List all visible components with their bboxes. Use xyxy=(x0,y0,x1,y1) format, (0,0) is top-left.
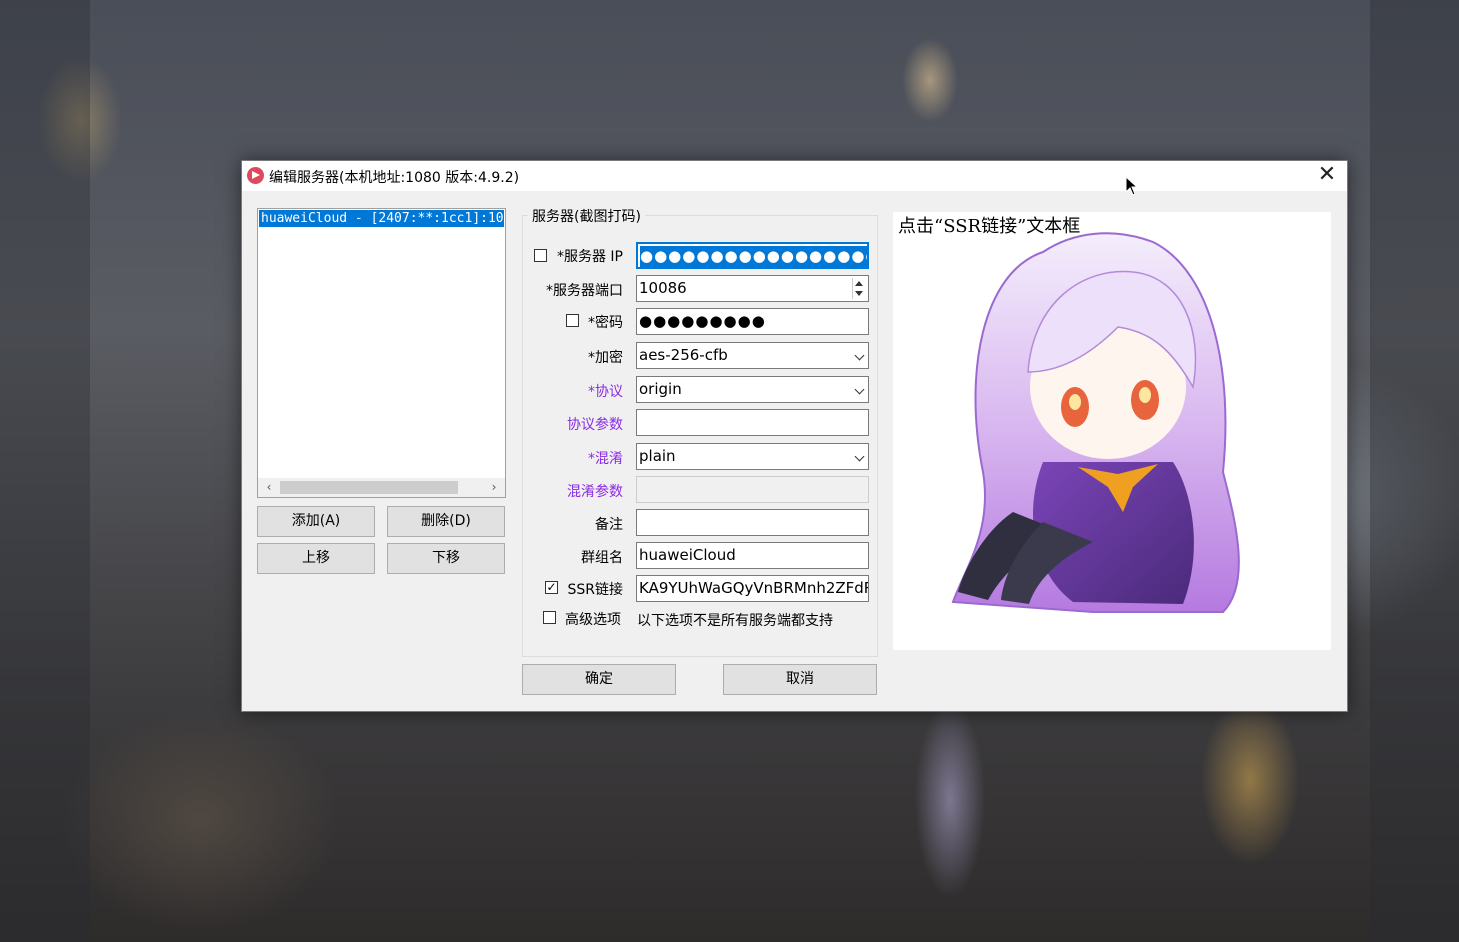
window-title: 编辑服务器(本机地址:1080 版本:4.9.2) xyxy=(269,170,520,186)
server-ip-label: *服务器 IP xyxy=(556,249,623,265)
obfs-param-label: 混淆参数 xyxy=(567,484,623,500)
port-spinner[interactable] xyxy=(852,278,866,299)
server-list-item[interactable]: huaweiCloud - [2407:**:1cc1]:10086 xyxy=(259,210,504,227)
add-button[interactable]: 添加(A) xyxy=(257,506,375,537)
ssr-link-checkbox[interactable]: ✓ xyxy=(545,581,558,594)
protocol-select[interactable]: origin xyxy=(636,376,869,403)
server-port-label: *服务器端口 xyxy=(546,283,623,299)
background-building xyxy=(0,0,90,942)
server-port-input[interactable]: 10086 xyxy=(636,275,869,302)
obfs-label: *混淆 xyxy=(588,451,623,467)
ssr-link-input[interactable]: KA9YUhWaGQyVnBRMnh2ZFdR xyxy=(636,575,869,602)
mouse-cursor-icon xyxy=(1125,176,1139,196)
close-button[interactable]: ✕ xyxy=(1307,161,1347,191)
protocol-param-input[interactable] xyxy=(636,409,869,436)
password-input[interactable]: ●●●●●●●●● xyxy=(636,308,869,335)
server-port-value: 10086 xyxy=(639,279,687,297)
move-up-button[interactable]: 上移 xyxy=(257,543,375,574)
obfs-select[interactable]: plain xyxy=(636,443,869,470)
server-list[interactable]: huaweiCloud - [2407:**:1cc1]:10086 ‹ › xyxy=(257,208,506,498)
scroll-left-icon[interactable]: ‹ xyxy=(260,478,278,497)
spin-down-icon[interactable] xyxy=(855,291,863,296)
server-groupbox-title: 服务器(截图打码) xyxy=(528,206,645,226)
show-ip-checkbox[interactable] xyxy=(534,249,547,262)
chevron-down-icon xyxy=(854,384,865,395)
group-name-value: huaweiCloud xyxy=(639,546,736,564)
qr-preview-panel[interactable]: 点击“SSR链接”文本框 xyxy=(893,212,1331,650)
ssr-link-label: SSR链接 xyxy=(567,582,623,598)
remarks-input[interactable] xyxy=(636,509,869,536)
password-value: ●●●●●●●●● xyxy=(639,312,766,330)
protocol-param-label: 协议参数 xyxy=(567,417,623,433)
group-name-input[interactable]: huaweiCloud xyxy=(636,542,869,569)
chevron-down-icon xyxy=(854,350,865,361)
delete-button[interactable]: 删除(D) xyxy=(387,506,505,537)
group-name-label: 群组名 xyxy=(581,550,623,566)
ssr-link-value: KA9YUhWaGQyVnBRMnh2ZFdR xyxy=(639,579,869,597)
obfs-value: plain xyxy=(639,447,676,465)
background-building xyxy=(1370,0,1459,942)
remarks-label: 备注 xyxy=(595,517,623,533)
encrypt-value: aes-256-cfb xyxy=(639,346,728,364)
anime-girl-image xyxy=(951,232,1240,613)
ssr-app-icon xyxy=(247,167,264,184)
advanced-options-checkbox[interactable] xyxy=(543,611,556,624)
move-down-button[interactable]: 下移 xyxy=(387,543,505,574)
protocol-label: *协议 xyxy=(588,384,623,400)
show-password-checkbox[interactable] xyxy=(566,314,579,327)
protocol-value: origin xyxy=(639,380,682,398)
spin-up-icon[interactable] xyxy=(855,281,863,286)
chevron-down-icon xyxy=(854,451,865,462)
advanced-options-label: 高级选项 xyxy=(565,612,621,628)
advanced-options-note: 以下选项不是所有服务端都支持 xyxy=(637,613,833,629)
title-bar[interactable]: 编辑服务器(本机地址:1080 版本:4.9.2) ✕ xyxy=(242,161,1347,191)
scrollbar-thumb[interactable] xyxy=(280,481,458,494)
edit-server-dialog: 编辑服务器(本机地址:1080 版本:4.9.2) ✕ huaweiCloud … xyxy=(241,160,1348,712)
password-label: *密码 xyxy=(588,315,623,331)
obfs-param-input xyxy=(636,476,869,503)
cancel-button[interactable]: 取消 xyxy=(723,664,877,695)
ok-button[interactable]: 确定 xyxy=(522,664,676,695)
encrypt-select[interactable]: aes-256-cfb xyxy=(636,342,869,369)
server-ip-input[interactable]: ●●●●●●●●●●●●●●●●●●●●●●● xyxy=(636,242,869,269)
scroll-right-icon[interactable]: › xyxy=(485,478,503,497)
encrypt-label: *加密 xyxy=(588,350,623,366)
horizontal-scrollbar[interactable]: ‹ › xyxy=(258,478,505,497)
server-ip-value: ●●●●●●●●●●●●●●●●●●●●●●● xyxy=(640,246,867,267)
